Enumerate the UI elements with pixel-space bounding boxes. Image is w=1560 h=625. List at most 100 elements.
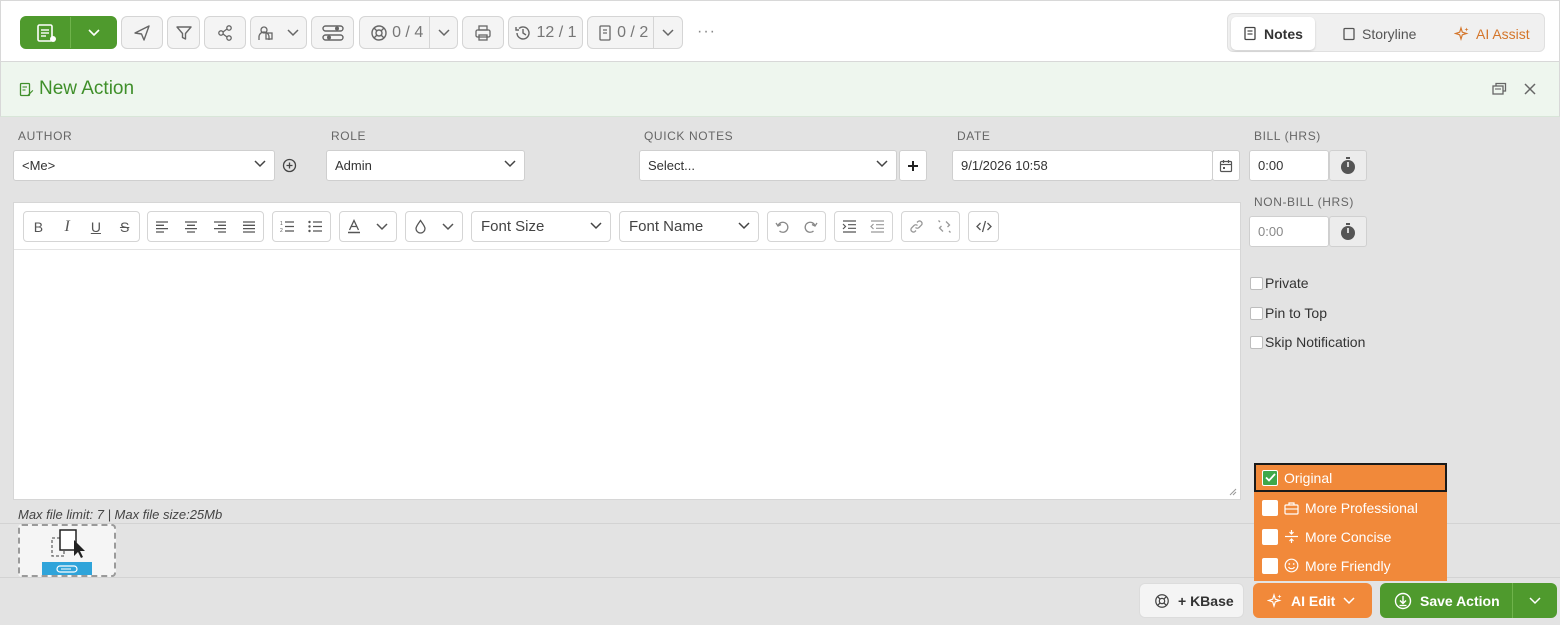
quick-notes-select[interactable]: Select...: [639, 150, 897, 181]
bulleted-list-button[interactable]: [302, 212, 331, 241]
date-input[interactable]: 9/1/2026 10:58: [952, 150, 1213, 181]
checkbox-checked[interactable]: [1262, 469, 1278, 486]
print-button[interactable]: [462, 16, 504, 49]
editor-content-area[interactable]: [14, 250, 1240, 499]
docs-split-button[interactable]: 0 / 2: [587, 16, 683, 49]
share-icon: [218, 24, 232, 41]
checkbox[interactable]: [1262, 528, 1278, 545]
new-note-split-button[interactable]: [20, 16, 117, 49]
contacts-split-button[interactable]: [250, 16, 307, 49]
skip-notification-checkbox[interactable]: Skip Notification: [1250, 334, 1365, 350]
add-quick-note-button[interactable]: [899, 150, 927, 181]
restore-window-icon[interactable]: [1492, 82, 1507, 96]
align-center-button[interactable]: [177, 212, 206, 241]
tickets-counter[interactable]: 0 / 4: [360, 17, 429, 48]
numbered-list-button[interactable]: 12: [273, 212, 302, 241]
alignment-group: [147, 211, 264, 242]
skip-notification-label: Skip Notification: [1265, 334, 1366, 350]
workflow-icon: [321, 24, 344, 41]
save-action-split-button[interactable]: Save Action: [1380, 583, 1557, 618]
chevron-down-icon[interactable]: [70, 17, 116, 48]
workflow-button[interactable]: [311, 16, 354, 49]
docs-counter[interactable]: 0 / 2: [588, 17, 653, 48]
highlight-color-dropdown[interactable]: [405, 211, 463, 242]
send-button[interactable]: [121, 16, 163, 49]
tickets-split-button[interactable]: 0 / 4: [359, 16, 458, 49]
align-right-icon: [213, 220, 226, 233]
font-name-select[interactable]: Font Name: [619, 211, 759, 242]
chevron-down-icon[interactable]: [653, 17, 682, 48]
bill-hours-input[interactable]: 0:00: [1249, 150, 1329, 181]
non-bill-hours-input[interactable]: 0:00: [1249, 216, 1329, 247]
edit-document-icon: [19, 82, 34, 97]
close-icon[interactable]: [1523, 82, 1537, 96]
redo-button[interactable]: [797, 212, 826, 241]
users-icon[interactable]: [251, 17, 280, 48]
lifebuoy-icon: [1155, 593, 1169, 608]
bill-timer-button[interactable]: [1329, 150, 1367, 181]
author-select[interactable]: <Me>: [13, 150, 275, 181]
tab-notes[interactable]: Notes: [1231, 17, 1315, 50]
checkbox[interactable]: [1262, 499, 1278, 516]
date-picker-button[interactable]: [1212, 150, 1240, 181]
author-label: AUTHOR: [18, 129, 73, 143]
pin-to-top-checkbox[interactable]: Pin to Top: [1250, 305, 1327, 321]
role-select[interactable]: Admin: [326, 150, 525, 181]
checkbox[interactable]: [1262, 557, 1278, 574]
align-left-icon: [156, 220, 169, 233]
align-right-button[interactable]: [206, 212, 235, 241]
save-options-button[interactable]: [1513, 583, 1557, 618]
tab-storyline[interactable]: Storyline: [1342, 17, 1416, 50]
file-drop-zone[interactable]: [18, 524, 116, 577]
chevron-down-icon[interactable]: [429, 17, 457, 48]
bill-hours-value: 0:00: [1258, 158, 1284, 173]
history-group: [767, 211, 826, 242]
non-bill-timer-button[interactable]: [1329, 216, 1367, 247]
italic-button[interactable]: I: [53, 212, 82, 241]
private-checkbox[interactable]: Private: [1250, 275, 1309, 291]
file-limit-text: Max file limit: 7 | Max file size:25Mb: [18, 507, 223, 522]
align-left-button[interactable]: [148, 212, 177, 241]
more-options-button[interactable]: ···: [697, 23, 716, 41]
font-color-dropdown[interactable]: [339, 211, 397, 242]
storyline-icon: [1343, 27, 1355, 40]
ai-option-label: More Friendly: [1305, 557, 1391, 574]
tab-ai-assist[interactable]: AI Assist: [1454, 17, 1530, 50]
outdent-button[interactable]: [864, 212, 893, 241]
underline-button[interactable]: U: [82, 212, 111, 241]
bold-button[interactable]: B: [24, 212, 53, 241]
chevron-down-icon: [876, 160, 888, 168]
italic-icon: I: [64, 217, 70, 235]
ai-option-more-friendly[interactable]: More Friendly: [1254, 551, 1447, 580]
add-author-icon[interactable]: [282, 158, 297, 173]
quick-notes-placeholder: Select...: [648, 158, 695, 173]
private-checkbox-box[interactable]: [1250, 276, 1263, 290]
add-kbase-button[interactable]: + KBase: [1139, 583, 1244, 618]
save-action-button[interactable]: Save Action: [1380, 583, 1513, 618]
pin-to-top-checkbox-box[interactable]: [1250, 306, 1263, 320]
skip-notification-checkbox-box[interactable]: [1250, 335, 1263, 349]
ai-option-more-professional[interactable]: More Professional: [1254, 493, 1447, 522]
font-size-select[interactable]: Font Size: [471, 211, 611, 242]
ai-option-more-concise[interactable]: More Concise: [1254, 522, 1447, 551]
history-button[interactable]: 12 / 1: [508, 16, 583, 49]
indent-button[interactable]: [835, 212, 864, 241]
new-note-icon[interactable]: [21, 17, 70, 48]
filter-button[interactable]: [167, 16, 200, 49]
private-label: Private: [1265, 275, 1309, 291]
strikethrough-button[interactable]: S: [110, 212, 139, 241]
ai-option-original[interactable]: Original: [1254, 463, 1447, 492]
share-button[interactable]: [204, 16, 246, 49]
undo-button[interactable]: [768, 212, 797, 241]
chevron-down-icon[interactable]: [280, 17, 306, 48]
justify-button[interactable]: [234, 212, 263, 241]
source-code-button[interactable]: [968, 211, 999, 242]
resize-handle-icon[interactable]: [1229, 488, 1237, 496]
insert-link-button[interactable]: [902, 212, 931, 241]
list-group: 12: [272, 211, 331, 242]
printer-icon: [475, 24, 491, 41]
send-icon: [134, 24, 150, 41]
notes-icon: [1244, 26, 1256, 41]
remove-link-button[interactable]: [931, 212, 960, 241]
ai-edit-button[interactable]: AI Edit: [1253, 583, 1372, 618]
